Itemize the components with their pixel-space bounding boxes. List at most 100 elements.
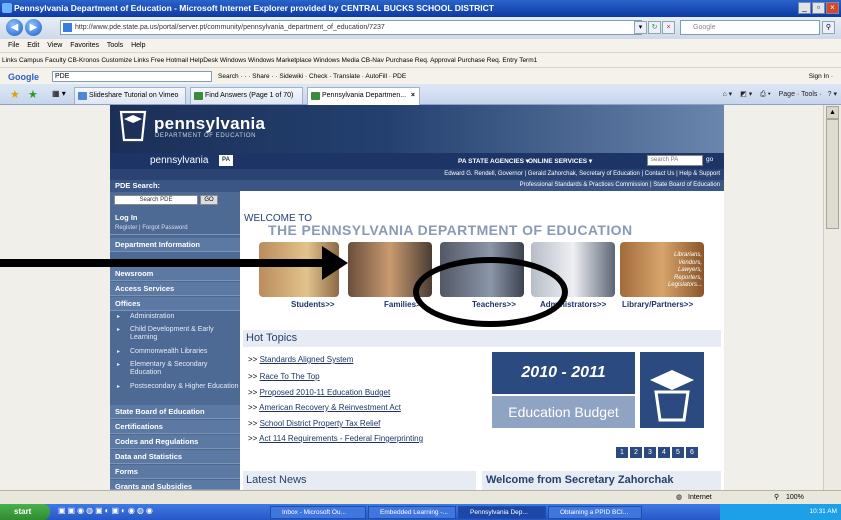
task-inbox[interactable]: Inbox - Microsoft Ou... xyxy=(270,506,366,519)
office-label: Elementary & Secondary Education xyxy=(130,361,208,376)
page-icon xyxy=(63,23,72,32)
minimize-button[interactable]: _ xyxy=(798,2,811,14)
hot-topic-link[interactable]: Proposed 2010-11 Education Budget xyxy=(260,388,391,397)
start-button[interactable]: start xyxy=(0,504,50,520)
carousel-page-1[interactable]: 1 xyxy=(616,447,628,458)
pde-go-button[interactable]: GO xyxy=(200,195,218,205)
close-button[interactable]: × xyxy=(826,2,839,14)
students-link[interactable]: Students>> xyxy=(291,300,335,309)
browser-search-input[interactable]: Google xyxy=(680,20,820,35)
hot-topic-item[interactable]: >> School District Property Tax Relief xyxy=(248,419,380,428)
hot-topics-heading: Hot Topics xyxy=(243,330,721,347)
hot-topic-item[interactable]: >> Standards Aligned System xyxy=(248,355,353,364)
nav-offices[interactable]: Offices xyxy=(110,297,240,311)
online-services-menu[interactable]: ONLINE SERVICES ▾ xyxy=(528,157,592,165)
carousel-page-2[interactable]: 2 xyxy=(630,447,642,458)
nav-certifications[interactable]: Certifications xyxy=(110,420,240,434)
task-pennsylvania[interactable]: Pennsylvania Dep... xyxy=(458,506,546,519)
carousel-page-6[interactable]: 6 xyxy=(686,447,698,458)
google-tools[interactable]: Search · · · Share · · Sidewiki · Check … xyxy=(218,68,406,84)
office-administration[interactable]: ▸ Administration xyxy=(110,313,240,321)
budget-label-banner[interactable]: Education Budget xyxy=(492,396,635,428)
office-commonwealth-libraries[interactable]: ▸ Commonwealth Libraries xyxy=(110,348,240,356)
zoom-level[interactable]: 100% xyxy=(786,491,804,504)
nav-department-information[interactable]: Department Information xyxy=(110,238,240,252)
hot-topic-link[interactable]: American Recovery & Reinvestment Act xyxy=(259,403,401,412)
favorites-star-icon[interactable]: ★ xyxy=(10,88,20,101)
tab-row: ★ ★ ▦ ▾ Slideshare Tutorial on Vimeo Fin… xyxy=(0,84,841,105)
nav-state-board[interactable]: State Board of Education xyxy=(110,405,240,419)
add-favorite-icon[interactable]: ★ xyxy=(28,88,38,101)
menu-bar[interactable]: File Edit View Favorites Tools Help xyxy=(0,39,841,52)
hot-topic-item[interactable]: >> American Recovery & Reinvestment Act xyxy=(248,403,401,412)
quick-launch-icons[interactable]: ▣▣◉◍▣◐▣◐◉◍◉ xyxy=(58,506,155,515)
links-bar[interactable]: Links Campus Faculty CB-Kronos Customize… xyxy=(0,52,841,67)
pde-search-input[interactable]: Search PDE xyxy=(114,195,198,205)
status-bar: ◍ Internet ⚲ 100% xyxy=(0,490,841,504)
hot-topic-link[interactable]: Act 114 Requirements - Federal Fingerpri… xyxy=(259,434,423,443)
nav-data-statistics[interactable]: Data and Statistics xyxy=(110,450,240,464)
forward-button[interactable]: ▶ xyxy=(25,19,42,36)
hot-topic-item[interactable]: >> Proposed 2010-11 Education Budget xyxy=(248,388,390,397)
back-button[interactable]: ◀ xyxy=(6,19,23,36)
nav-codes-regulations[interactable]: Codes and Regulations xyxy=(110,435,240,449)
stop-icon[interactable]: × xyxy=(662,21,675,34)
help-icon[interactable]: ? ▾ xyxy=(828,91,837,98)
office-label: Administration xyxy=(130,313,175,320)
google-signin[interactable]: Sign In · xyxy=(809,68,833,84)
task-obtaining-ppid[interactable]: Obtaining a PPID BCI... xyxy=(548,506,642,519)
scroll-up-icon[interactable]: ▲ xyxy=(826,106,839,119)
carousel-page-3[interactable]: 3 xyxy=(644,447,656,458)
carousel-page-4[interactable]: 4 xyxy=(658,447,670,458)
refresh-icon[interactable]: ↻ xyxy=(648,21,661,34)
tab-slideshare[interactable]: Slideshare Tutorial on Vimeo xyxy=(74,87,186,104)
site-go-button[interactable]: go xyxy=(706,156,713,163)
site-logo-text[interactable]: pennsylvania xyxy=(154,114,265,134)
hot-topic-item[interactable]: >> Act 114 Requirements - Federal Finger… xyxy=(248,434,423,443)
nav-access-services[interactable]: Access Services xyxy=(110,282,240,296)
command-labels[interactable]: Page · Tools · xyxy=(779,91,822,98)
close-tab-icon[interactable]: × xyxy=(411,88,415,104)
nav-grants-subsidies[interactable]: Grants and Subsidies xyxy=(110,480,240,490)
address-bar[interactable]: http://www.pde.state.pa.us/portal/server… xyxy=(60,20,642,35)
scroll-thumb[interactable] xyxy=(826,119,839,229)
carousel-page-5[interactable]: 5 xyxy=(672,447,684,458)
office-elementary-secondary[interactable]: ▸ Elementary & Secondary Education xyxy=(110,361,240,377)
tab-pde[interactable]: Pennsylvania Departmen... × xyxy=(307,87,420,105)
vertical-scrollbar[interactable]: ▲ xyxy=(823,105,841,490)
tab-find-answers[interactable]: Find Answers (Page 1 of 70) xyxy=(190,87,303,104)
hot-topic-link[interactable]: Race To The Top xyxy=(260,372,320,381)
office-child-development[interactable]: ▸ Child Development & Early Learning xyxy=(110,326,240,342)
tab-list-icon[interactable]: ▦ ▾ xyxy=(52,89,66,98)
bullet-icon: ▸ xyxy=(117,349,121,355)
google-search-input[interactable]: PDE xyxy=(52,71,212,82)
hot-topic-item[interactable]: >> Race To The Top xyxy=(248,372,320,381)
hot-topic-link[interactable]: School District Property Tax Relief xyxy=(260,419,381,428)
office-postsecondary[interactable]: ▸ Postsecondary & Higher Education xyxy=(110,383,240,391)
feeds-icon[interactable]: ◩ ▾ xyxy=(740,91,752,98)
zoom-icon[interactable]: ⚲ xyxy=(774,491,779,504)
pa-brand[interactable]: pennsylvania xyxy=(150,155,208,166)
print-icon[interactable]: ⎙ ▾ xyxy=(760,91,771,98)
library-photo-text: Librarians, Vendors, Lawyers, Reporters,… xyxy=(667,252,702,288)
search-icon[interactable]: ⚲ xyxy=(822,21,835,34)
page-icon xyxy=(311,92,320,100)
nav-forms[interactable]: Forms xyxy=(110,465,240,479)
budget-year-banner[interactable]: 2010 - 2011 xyxy=(492,352,635,394)
bullet-icon: ▸ xyxy=(117,327,121,333)
maximize-button[interactable]: ▫ xyxy=(812,2,825,14)
task-embedded-learning[interactable]: Embedded Learning -... xyxy=(368,506,456,519)
nav-newsroom[interactable]: Newsroom xyxy=(110,267,240,281)
library-partners-link[interactable]: Library/Partners>> xyxy=(622,300,693,309)
hot-topic-link[interactable]: Standards Aligned System xyxy=(260,355,354,364)
url-text: http://www.pde.state.pa.us/portal/server… xyxy=(75,24,385,31)
home-icon[interactable]: ⌂ ▾ xyxy=(723,91,733,98)
login-link[interactable]: Log In xyxy=(110,213,240,225)
address-dropdown-icon[interactable]: ▾ xyxy=(634,21,647,34)
pa-badge: PA xyxy=(219,155,233,166)
latest-news-heading: Latest News xyxy=(243,471,476,490)
site-search-input[interactable]: search PA xyxy=(647,155,703,166)
pa-agencies-menu[interactable]: PA STATE AGENCIES ▾ xyxy=(458,157,529,165)
login-sub-links[interactable]: Register | Forgot Password xyxy=(110,225,240,235)
info-links-1[interactable]: Edward G. Rendell, Governor | Gerald Zah… xyxy=(110,169,724,180)
